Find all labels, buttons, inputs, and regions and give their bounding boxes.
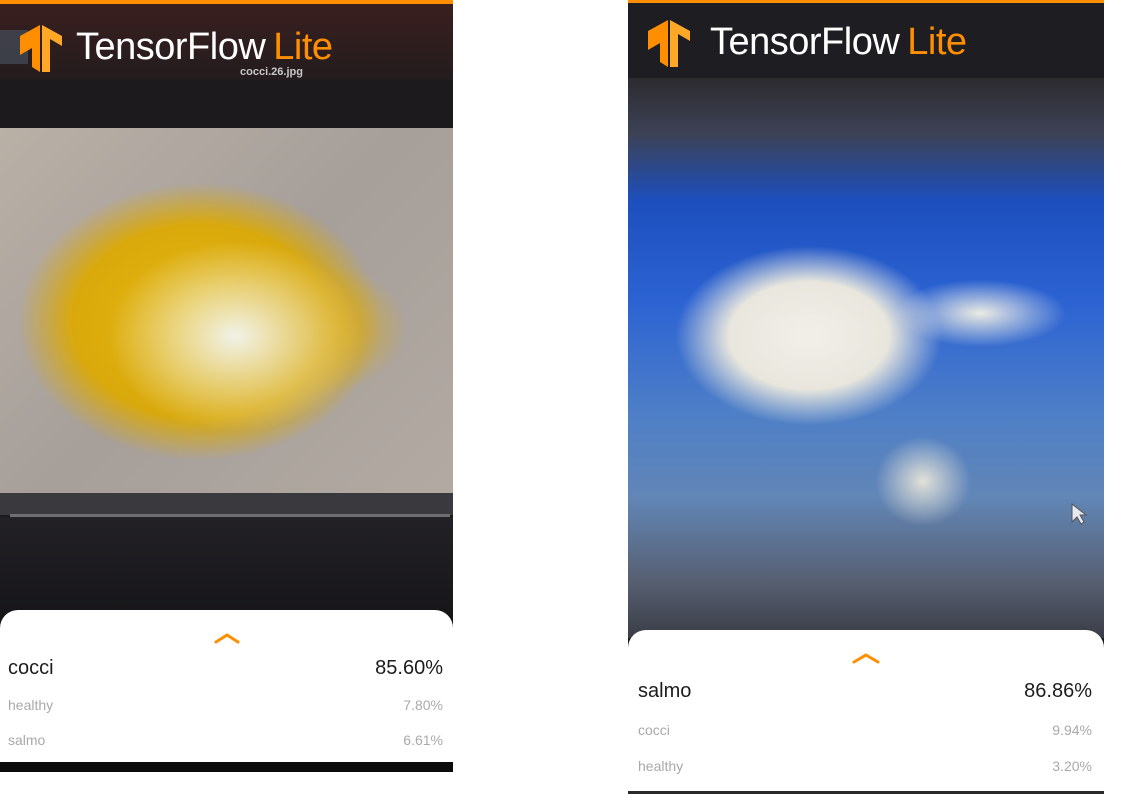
result-label: salmo <box>8 732 46 748</box>
result-row: cocci 9.94% <box>638 722 1092 738</box>
result-label: salmo <box>638 680 692 702</box>
camera-preview <box>628 78 1104 638</box>
app-title: TensorFlow Lite <box>710 21 967 63</box>
app-screen-right: TensorFlow Lite salmo 86.86% cocci 9.94% … <box>628 0 1104 794</box>
app-screen-left: TensorFlow Lite cocci.26.jpg cocci 85.60%… <box>0 0 453 772</box>
result-label: healthy <box>8 697 54 713</box>
result-row: healthy 3.20% <box>638 758 1092 774</box>
camera-preview <box>0 128 453 493</box>
laptop-bezel <box>0 493 453 515</box>
result-confidence: 7.80% <box>403 697 443 713</box>
mouse-cursor-icon <box>1071 502 1088 525</box>
result-label: cocci <box>638 722 670 738</box>
result-row-top: salmo 86.86% <box>638 680 1092 703</box>
result-row: healthy 7.80% <box>8 697 443 713</box>
navigation-bar-edge <box>0 762 453 772</box>
app-toolbar: TensorFlow Lite <box>628 0 1104 78</box>
result-label: healthy <box>638 758 684 774</box>
result-row: salmo 6.61% <box>8 732 443 748</box>
app-toolbar: TensorFlow Lite cocci.26.jpg <box>0 0 453 80</box>
background-filename-text: cocci.26.jpg <box>240 66 303 78</box>
chevron-up-icon[interactable] <box>214 632 240 644</box>
result-confidence: 85.60% <box>375 657 443 679</box>
tensorflow-logo-icon <box>648 20 690 67</box>
tensorflow-logo-icon <box>20 25 62 72</box>
result-label: cocci <box>8 657 54 679</box>
result-row-top: cocci 85.60% <box>8 657 443 680</box>
result-confidence: 9.94% <box>1052 722 1092 738</box>
result-confidence: 86.86% <box>1024 680 1092 702</box>
chevron-up-icon[interactable] <box>852 652 880 664</box>
app-title: TensorFlow Lite <box>76 26 333 68</box>
result-confidence: 6.61% <box>403 732 443 748</box>
result-confidence: 3.20% <box>1052 758 1092 774</box>
